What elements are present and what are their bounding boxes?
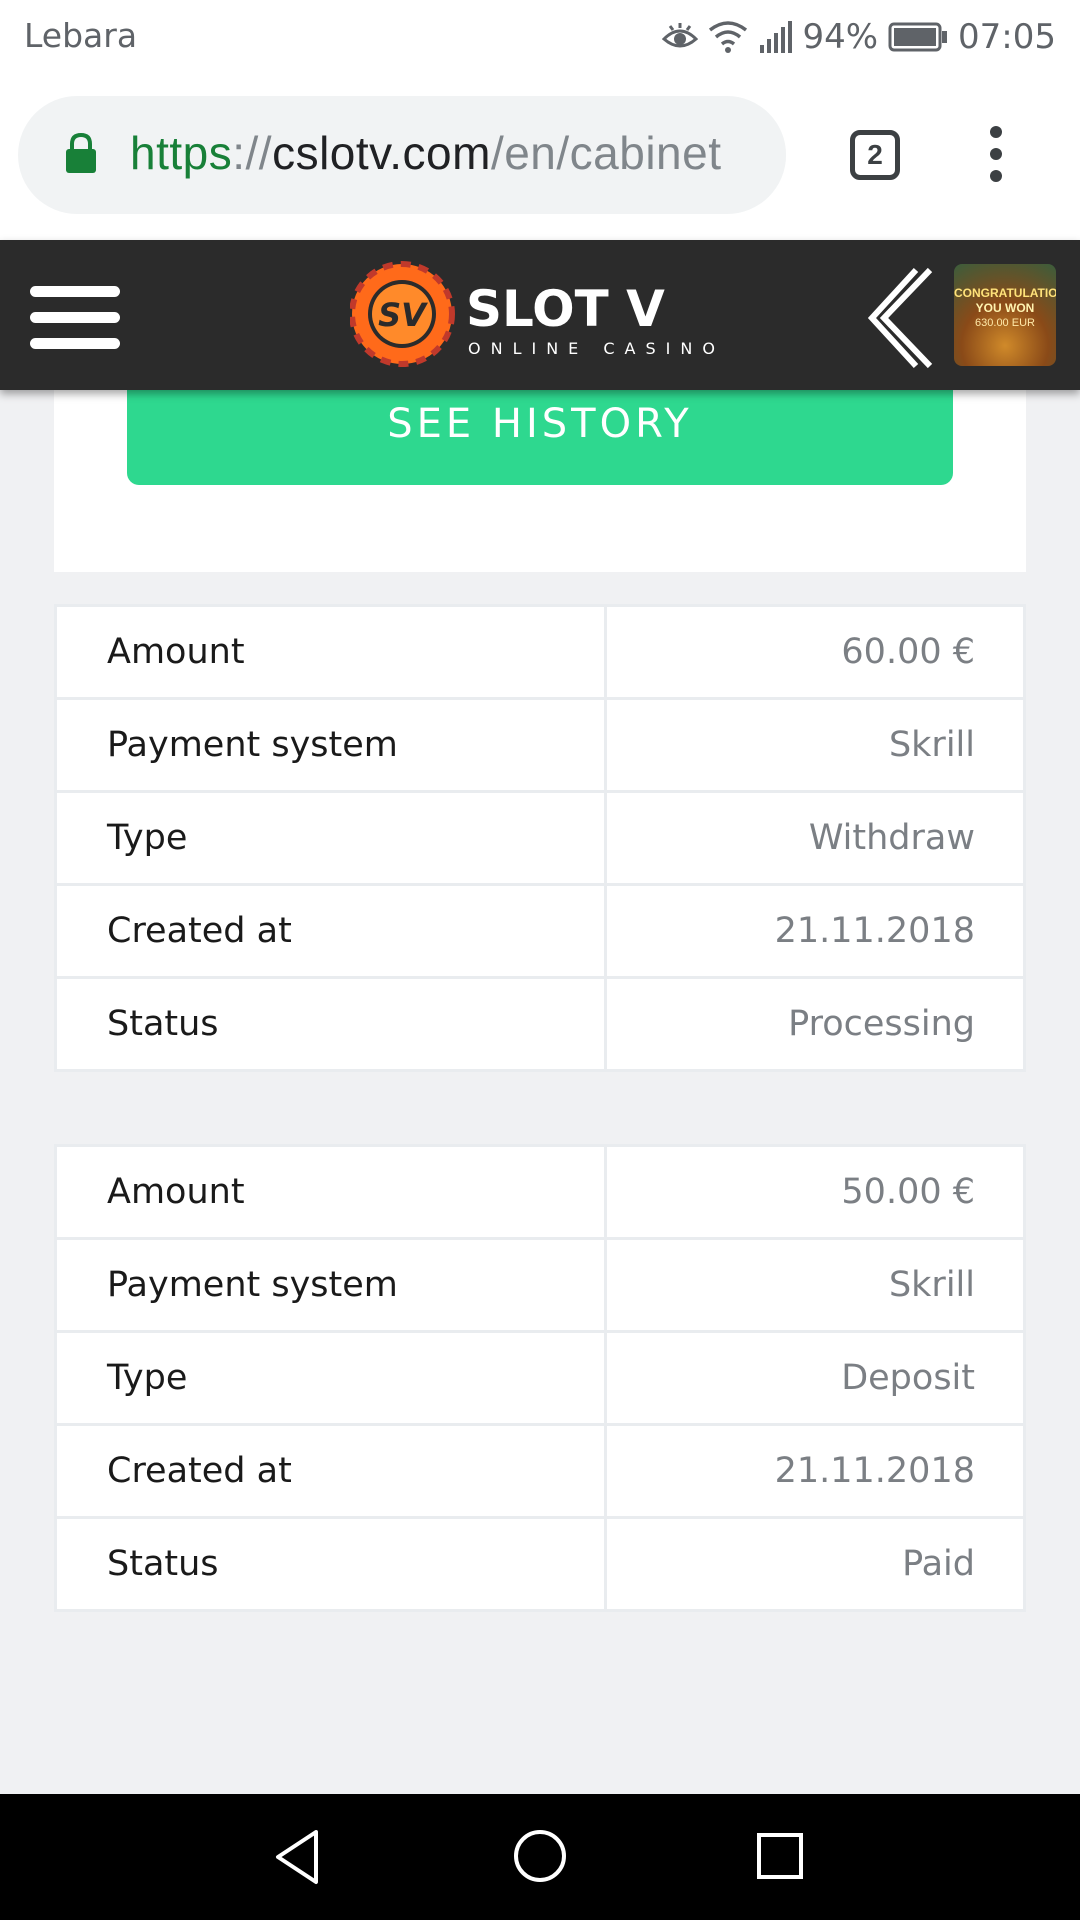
url-separator: ://: [232, 127, 273, 179]
table-row: Payment system Skrill: [54, 1237, 1026, 1333]
table-row: Type Deposit: [54, 1330, 1026, 1426]
system-nav-bar: [0, 1794, 1080, 1920]
url-bar[interactable]: https://cslotv.com/en/cabinet: [18, 96, 786, 214]
type-label: Type: [54, 1330, 607, 1426]
created-at-label: Created at: [54, 1423, 607, 1519]
wifi-icon: [708, 20, 748, 54]
recents-icon[interactable]: [756, 1832, 804, 1884]
promo-line-1: CONGRATULATIONS!: [954, 286, 1056, 300]
browser-toolbar: https://cslotv.com/en/cabinet 2: [0, 76, 1080, 240]
status-label: Status: [54, 976, 607, 1072]
promo-line-2: YOU WON: [975, 301, 1035, 315]
type-value: Deposit: [604, 1330, 1026, 1426]
table-row: Created at 21.11.2018: [54, 1423, 1026, 1519]
url-scheme: https: [130, 127, 233, 179]
status-label: Status: [54, 1516, 607, 1612]
table-row: Amount 60.00 €: [54, 604, 1026, 700]
signal-icon: [758, 21, 793, 53]
status-bar: Lebara 94% 07:05: [0, 0, 1080, 76]
status-value: Processing: [604, 976, 1026, 1072]
payment-system-label: Payment system: [54, 1237, 607, 1333]
menu-dots-icon[interactable]: [984, 126, 1008, 186]
transaction-table-2: Amount 50.00 € Payment system Skrill Type D…: [54, 1144, 1026, 1612]
payment-system-label: Payment system: [54, 697, 607, 793]
created-at-value: 21.11.2018: [604, 883, 1026, 979]
payment-system-value: Skrill: [604, 1237, 1026, 1333]
battery-percent: 94%: [802, 17, 879, 57]
home-icon[interactable]: [512, 1828, 568, 1888]
hamburger-icon[interactable]: [30, 286, 120, 350]
battery-icon: [888, 22, 948, 52]
table-row: Created at 21.11.2018: [54, 883, 1026, 979]
clock: 07:05: [958, 17, 1056, 57]
site-logo[interactable]: SV SLOT V ONLINE CASINO: [349, 260, 730, 374]
eye-icon: [662, 23, 699, 51]
payment-system-value: Skrill: [604, 697, 1026, 793]
table-row: Payment system Skrill: [54, 697, 1026, 793]
site-header: SV SLOT V ONLINE CASINO CONGRATULATIONS!…: [0, 240, 1080, 390]
status-value: Paid: [604, 1516, 1026, 1612]
created-at-label: Created at: [54, 883, 607, 979]
type-value: Withdraw: [604, 790, 1026, 886]
amount-label: Amount: [54, 1144, 607, 1240]
chevron-left-icon[interactable]: [867, 266, 934, 374]
table-row: Status Paid: [54, 1516, 1026, 1612]
table-row: Status Processing: [54, 976, 1026, 1072]
url-text[interactable]: https://cslotv.com/en/cabinet: [130, 126, 722, 180]
lock-icon: [64, 132, 98, 178]
url-host: cslotv.com: [272, 127, 491, 179]
amount-value: 50.00 €: [604, 1144, 1026, 1240]
tab-switcher-button[interactable]: 2: [850, 130, 900, 180]
promo-banner[interactable]: CONGRATULATIONS! YOU WON 630.00 EUR: [954, 264, 1056, 366]
logo-text: SLOT V: [466, 280, 665, 338]
logo-subtitle: ONLINE CASINO: [468, 339, 725, 358]
status-icons: 94% 07:05: [662, 12, 1056, 62]
logo-badge: SV: [378, 296, 428, 334]
type-label: Type: [54, 790, 607, 886]
amount-value: 60.00 €: [604, 604, 1026, 700]
url-fade: [726, 96, 786, 214]
amount-label: Amount: [54, 604, 607, 700]
created-at-value: 21.11.2018: [604, 1423, 1026, 1519]
transaction-table-1: Amount 60.00 € Payment system Skrill Type W…: [54, 604, 1026, 1072]
url-path: /en/cabinet: [490, 127, 722, 179]
back-icon[interactable]: [272, 1828, 322, 1890]
carrier-name: Lebara: [24, 16, 138, 55]
table-row: Amount 50.00 €: [54, 1144, 1026, 1240]
table-row: Type Withdraw: [54, 790, 1026, 886]
promo-line-3: 630.00 EUR: [975, 317, 1035, 329]
